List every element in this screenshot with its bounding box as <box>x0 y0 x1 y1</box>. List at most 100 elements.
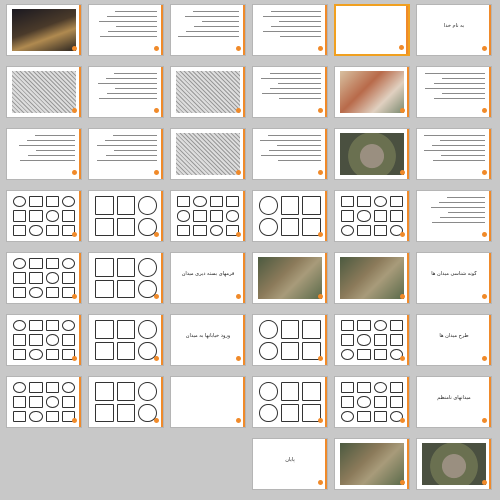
slide-accent-bar <box>407 129 409 179</box>
slide-thumbnail-5[interactable] <box>334 4 410 56</box>
slide-text-lines <box>259 73 321 103</box>
slide-thumbnail-11[interactable] <box>334 66 410 118</box>
slide-plan-diagrams <box>95 382 157 422</box>
slide-accent-bar <box>325 315 327 365</box>
slide-thumbnail-4[interactable] <box>252 4 328 56</box>
slide-thumbnail-22[interactable] <box>252 190 328 242</box>
slide-accent-bar <box>489 315 491 365</box>
slide-title: به نام خدا <box>443 23 465 29</box>
slide-accent-bar <box>407 67 409 117</box>
slide-thumbnail-24[interactable] <box>416 190 492 242</box>
slide-sorter-pane[interactable]: به نام خدا فرمهای بسته دیری میدان گونه شنا… <box>0 0 500 500</box>
slide-plan-diagrams <box>259 196 321 236</box>
slide-plan-diagrams <box>13 320 75 360</box>
slide-dot-icon <box>72 46 77 51</box>
slide-dot-icon <box>318 108 323 113</box>
slide-accent-bar <box>79 129 81 179</box>
slide-photo <box>422 443 486 485</box>
slide-thumbnail-29[interactable] <box>334 252 410 304</box>
slide-thumbnail-45[interactable] <box>416 438 492 490</box>
slide-accent-bar <box>79 315 81 365</box>
slide-thumbnail-25[interactable] <box>6 252 82 304</box>
slide-plan-diagrams <box>259 320 321 360</box>
slide-thumbnail-39[interactable] <box>170 376 246 428</box>
slide-title: ورود خیابانها به میدان <box>185 333 231 339</box>
slide-dot-icon <box>236 232 241 237</box>
slide-thumbnail-3[interactable] <box>170 4 246 56</box>
slide-dot-icon <box>400 356 405 361</box>
slide-thumbnail-20[interactable] <box>88 190 164 242</box>
slide-dot-icon <box>318 46 323 51</box>
slide-accent-bar <box>161 129 163 179</box>
slide-thumbnail-38[interactable] <box>88 376 164 428</box>
slide-thumbnail-40[interactable] <box>252 376 328 428</box>
slide-thumbnail-16[interactable] <box>252 128 328 180</box>
slide-thumbnail-34[interactable] <box>252 314 328 366</box>
slide-thumbnail-36[interactable]: طرح میدان ها <box>416 314 492 366</box>
slide-accent-bar <box>407 253 409 303</box>
slide-thumbnail-28[interactable] <box>252 252 328 304</box>
slide-thumbnail-31[interactable] <box>6 314 82 366</box>
slide-dot-icon <box>400 480 405 485</box>
slide-thumbnail-30[interactable]: گونه شناسی میدان ها <box>416 252 492 304</box>
slide-thumbnail-23[interactable] <box>334 190 410 242</box>
slide-thumbnail-35[interactable] <box>334 314 410 366</box>
slide-accent-bar <box>243 315 245 365</box>
slide-photo <box>12 71 76 113</box>
slide-accent-bar <box>243 377 245 427</box>
slide-dot-icon <box>154 108 159 113</box>
slide-thumbnail-13[interactable] <box>6 128 82 180</box>
slide-plan-diagrams <box>95 196 157 236</box>
slide-dot-icon <box>318 356 323 361</box>
slide-thumbnail-37[interactable] <box>6 376 82 428</box>
slide-photo <box>176 71 240 113</box>
slide-dot-icon <box>400 108 405 113</box>
slide-thumbnail-32[interactable] <box>88 314 164 366</box>
slide-thumbnail-9[interactable] <box>170 66 246 118</box>
slide-thumbnail-42[interactable]: میدانهای نامنظم <box>416 376 492 428</box>
slide-text-lines <box>259 11 321 41</box>
slide-thumbnail-41[interactable] <box>334 376 410 428</box>
slide-thumbnail-6[interactable]: به نام خدا <box>416 4 492 56</box>
slide-thumbnail-17[interactable] <box>334 128 410 180</box>
slide-accent-bar <box>489 439 491 489</box>
slide-plan-diagrams <box>177 196 239 236</box>
slide-accent-bar <box>161 5 163 55</box>
slide-thumbnail-43[interactable]: پایان <box>252 438 328 490</box>
slide-accent-bar <box>79 377 81 427</box>
slide-thumbnail-14[interactable] <box>88 128 164 180</box>
slide-thumbnail-44[interactable] <box>334 438 410 490</box>
slide-accent-bar <box>489 5 491 55</box>
slide-title: طرح میدان ها <box>439 333 469 339</box>
slide-plan-diagrams <box>95 258 157 298</box>
slide-text-lines <box>259 135 321 165</box>
slide-thumbnail-33[interactable]: ورود خیابانها به میدان <box>170 314 246 366</box>
slide-accent-bar <box>161 377 163 427</box>
slide-accent-bar <box>161 315 163 365</box>
slide-thumbnail-1[interactable] <box>6 4 82 56</box>
slide-thumbnail-8[interactable] <box>88 66 164 118</box>
slide-dot-icon <box>236 418 241 423</box>
slide-title: میدانهای نامنظم <box>437 395 471 401</box>
slide-dot-icon <box>400 294 405 299</box>
slide-accent-bar <box>489 253 491 303</box>
slide-dot-icon <box>482 356 487 361</box>
slide-thumbnail-12[interactable] <box>416 66 492 118</box>
slide-dot-icon <box>72 418 77 423</box>
slide-dot-icon <box>72 170 77 175</box>
slide-thumbnail-18[interactable] <box>416 128 492 180</box>
slide-thumbnail-10[interactable] <box>252 66 328 118</box>
slide-thumbnail-21[interactable] <box>170 190 246 242</box>
slide-thumbnail-19[interactable] <box>6 190 82 242</box>
slide-thumbnail-2[interactable] <box>88 4 164 56</box>
slide-dot-icon <box>236 46 241 51</box>
slide-thumbnail-7[interactable] <box>6 66 82 118</box>
slide-accent-bar <box>243 5 245 55</box>
slide-plan-diagrams <box>259 382 321 422</box>
slide-thumbnail-27[interactable]: فرمهای بسته دیری میدان <box>170 252 246 304</box>
slide-thumbnail-15[interactable] <box>170 128 246 180</box>
slide-thumbnail-26[interactable] <box>88 252 164 304</box>
slide-dot-icon <box>318 170 323 175</box>
slide-dot-icon <box>482 46 487 51</box>
slide-dot-icon <box>236 108 241 113</box>
